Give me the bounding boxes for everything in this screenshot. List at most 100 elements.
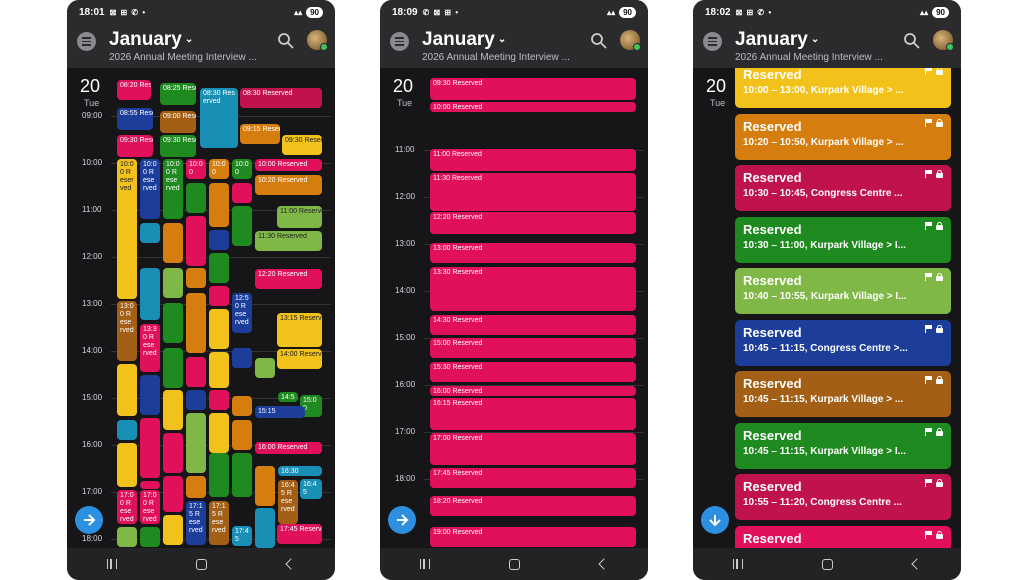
event-block[interactable]: 17:0 0 Rese rved: [140, 490, 160, 524]
event-block[interactable]: [140, 418, 160, 478]
event-block[interactable]: [186, 268, 206, 288]
event-block[interactable]: 08:25 Reserved: [160, 83, 196, 105]
home-icon[interactable]: [196, 558, 208, 570]
event-block[interactable]: [232, 348, 252, 368]
month-selector[interactable]: January ⌄: [422, 29, 506, 51]
event-block[interactable]: [255, 466, 275, 506]
event-block[interactable]: [117, 420, 137, 440]
go-today-button[interactable]: [388, 506, 416, 534]
event-block[interactable]: 08:20 Reserved: [117, 80, 151, 100]
event-block[interactable]: 16:00 Reserved: [430, 386, 636, 396]
event-block[interactable]: 16:15 Reserved: [430, 398, 636, 430]
event-block[interactable]: 13:3 0 Rese rved: [140, 324, 160, 372]
event-block[interactable]: 17:45 Reserved: [430, 468, 636, 488]
event-block[interactable]: [209, 230, 229, 250]
event-block[interactable]: 12:20 Reserved: [255, 269, 322, 289]
event-block[interactable]: [186, 357, 206, 387]
event-block[interactable]: 17:00 Reserved: [430, 433, 636, 465]
event-block[interactable]: 10:00 Reserved: [255, 159, 322, 171]
event-block[interactable]: [186, 183, 206, 213]
event-block[interactable]: [117, 527, 137, 547]
event-block[interactable]: 08:55 Reserved: [117, 108, 153, 130]
search-icon[interactable]: [590, 32, 608, 50]
event-block[interactable]: 11:30 Reserved: [255, 231, 322, 251]
event-block[interactable]: 11:00 Reserved: [430, 149, 636, 171]
event-block[interactable]: 09:30 Reserved: [117, 135, 153, 157]
event-block[interactable]: [209, 352, 229, 388]
event-block[interactable]: 15:15: [255, 406, 305, 418]
event-block[interactable]: [140, 375, 160, 415]
event-block[interactable]: [186, 390, 206, 410]
event-block[interactable]: 16:4 5 Rese rved: [278, 480, 298, 524]
event-card[interactable]: Reserved 10:45 – 11:15, Congress Centre >…: [735, 319, 951, 366]
event-block[interactable]: [140, 268, 160, 320]
go-today-button[interactable]: [75, 506, 103, 534]
event-block[interactable]: [186, 216, 206, 266]
month-selector[interactable]: January ⌄: [735, 29, 819, 51]
event-block[interactable]: [209, 453, 229, 497]
event-card[interactable]: Reserved 10:55 – 11:20, Congress Centre .…: [735, 474, 951, 520]
event-block[interactable]: 09:30 Reserved: [430, 78, 636, 100]
event-card[interactable]: Reserved 10:20 – 10:50, Kurpark Village >…: [735, 113, 951, 160]
event-block[interactable]: [209, 253, 229, 283]
event-card[interactable]: Reserved 10:30 – 10:45, Congress Centre .…: [735, 165, 951, 211]
event-block[interactable]: 10:0 0 Rese rved: [163, 159, 183, 219]
avatar[interactable]: [620, 30, 641, 51]
event-block[interactable]: 10:00 Reserved: [117, 159, 137, 299]
event-block[interactable]: 15:30 Reserved: [430, 362, 636, 382]
event-block[interactable]: [186, 476, 206, 498]
event-block[interactable]: 16:00 Reserved: [255, 442, 322, 454]
event-block[interactable]: 13:00 Reserved: [430, 243, 636, 263]
event-block[interactable]: 14:30 Reserved: [430, 315, 636, 335]
event-block[interactable]: 08:30 Reserved: [240, 88, 322, 108]
event-block[interactable]: [186, 293, 206, 353]
event-block[interactable]: 17:0 0 Rese rved: [117, 490, 137, 524]
event-block[interactable]: 09:00 Reserved: [160, 111, 196, 133]
event-block[interactable]: 17:45 Reserved: [277, 524, 322, 544]
event-block[interactable]: [186, 413, 206, 473]
event-block[interactable]: 09:30 Reserved: [282, 135, 322, 155]
event-block[interactable]: 16:30: [278, 466, 322, 476]
event-block[interactable]: [209, 286, 229, 306]
event-block[interactable]: 17:1 5 Rese rved: [186, 501, 206, 545]
event-card[interactable]: Reserved 10:45 – 11:15, Kurpark Village >…: [735, 371, 951, 417]
menu-icon[interactable]: [77, 32, 96, 51]
scroll-down-button[interactable]: [701, 506, 729, 534]
event-block[interactable]: 13:0 0 Rese rved: [117, 301, 137, 361]
menu-icon[interactable]: [703, 32, 722, 51]
event-block[interactable]: [255, 508, 275, 548]
event-block[interactable]: 10:00 Reserved: [430, 102, 636, 112]
event-block[interactable]: 10:0 0 Rese rved: [140, 159, 160, 219]
event-block[interactable]: [163, 223, 183, 263]
event-block[interactable]: [255, 358, 275, 378]
event-block[interactable]: [117, 364, 137, 416]
event-block[interactable]: 13:15 Reserved: [277, 313, 322, 347]
event-block[interactable]: [140, 481, 160, 489]
event-block[interactable]: 10:20 Reserved: [255, 175, 322, 195]
event-block[interactable]: [232, 396, 252, 416]
event-block[interactable]: 19:00 Reserved: [430, 527, 636, 547]
event-block[interactable]: 18:20 Reserved: [430, 496, 636, 516]
event-block[interactable]: 11:30 Reserved: [430, 173, 636, 211]
event-block[interactable]: [163, 515, 183, 545]
recent-apps-icon[interactable]: [106, 559, 117, 569]
event-block[interactable]: 14:00 Reserved: [277, 349, 322, 369]
event-block[interactable]: 12:5 0 Rese rved: [232, 293, 252, 333]
event-block[interactable]: [232, 206, 252, 246]
event-block[interactable]: [232, 453, 252, 497]
event-card[interactable]: Reserved: [735, 525, 951, 548]
event-card[interactable]: Reserved 10:30 – 11:00, Kurpark Village >…: [735, 216, 951, 263]
recent-apps-icon[interactable]: [419, 559, 430, 569]
recent-apps-icon[interactable]: [732, 559, 743, 569]
back-icon[interactable]: [911, 558, 923, 570]
home-icon[interactable]: [822, 558, 834, 570]
event-block[interactable]: [209, 390, 229, 410]
event-block[interactable]: [209, 413, 229, 453]
event-block[interactable]: 10:0 0: [186, 159, 206, 179]
event-block[interactable]: 17:4 5: [232, 526, 252, 546]
event-block[interactable]: 12:20 Reserved: [430, 212, 636, 234]
event-card[interactable]: Reserved 10:40 – 10:55, Kurpark Village >…: [735, 268, 951, 314]
event-block[interactable]: [163, 390, 183, 430]
search-icon[interactable]: [277, 32, 295, 50]
event-block[interactable]: [163, 303, 183, 343]
